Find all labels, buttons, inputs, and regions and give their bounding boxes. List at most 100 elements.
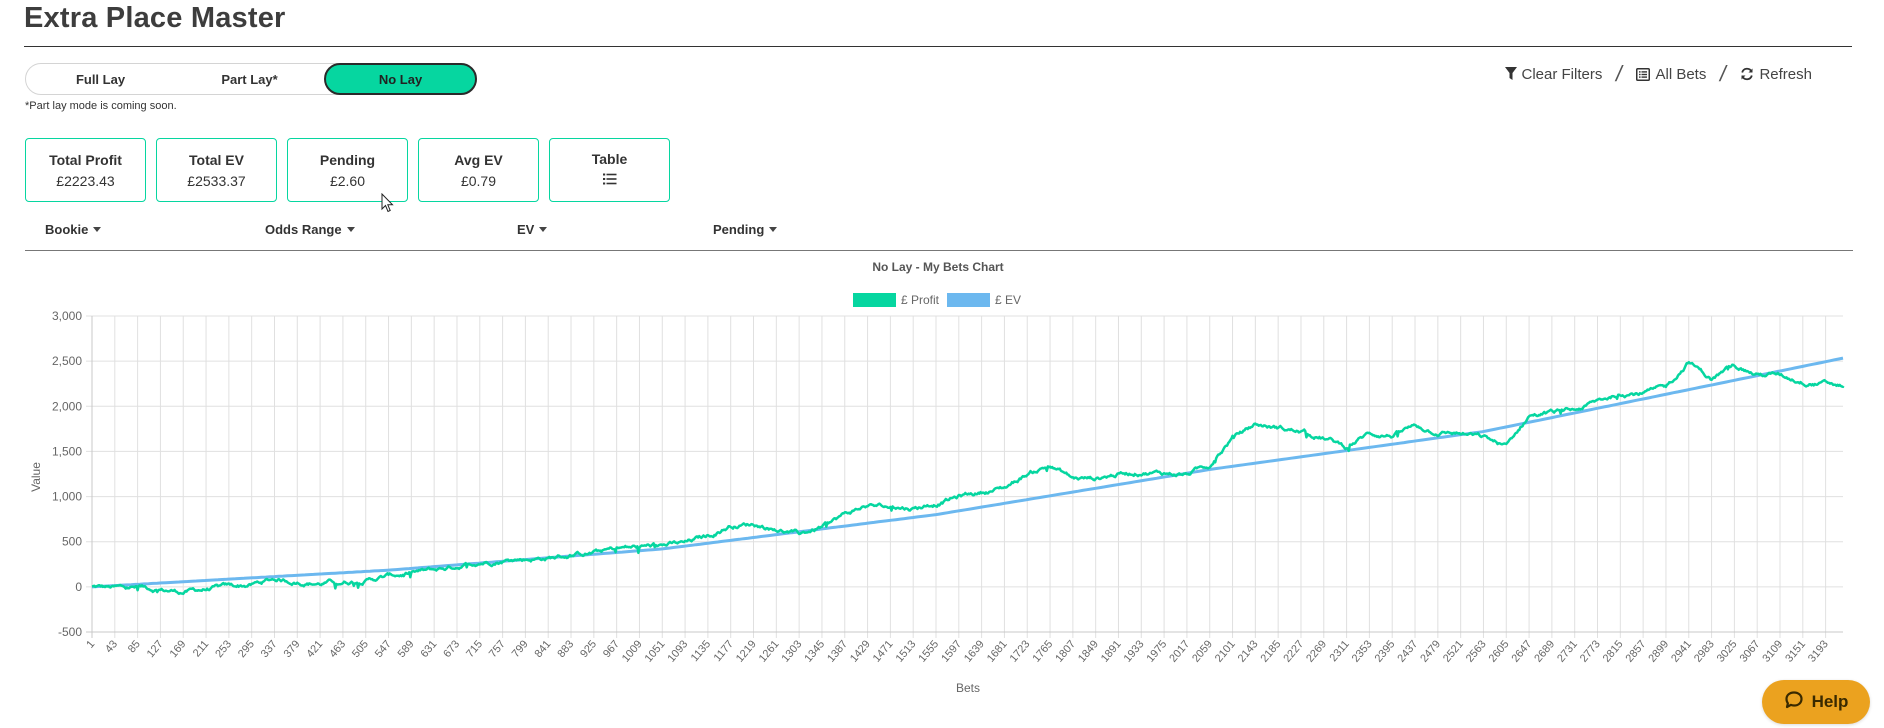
card-label: Total EV: [189, 151, 244, 168]
card-label: Pending: [319, 151, 376, 168]
x-tick-label: 3109: [1760, 638, 1785, 664]
x-tick-label: 1387: [825, 638, 850, 664]
card-value: £2533.37: [187, 172, 246, 189]
table-view-button[interactable]: Table: [549, 138, 670, 202]
card-label: Table: [591, 150, 628, 167]
x-tick-label: 715: [464, 638, 485, 660]
mode-full-lay-button[interactable]: Full Lay: [26, 64, 175, 94]
x-tick-label: 1009: [620, 638, 645, 664]
x-tick-label: 2815: [1601, 638, 1626, 664]
x-tick-label: 1471: [871, 638, 896, 664]
y-tick-label: 0: [75, 580, 82, 594]
x-tick-label: 1303: [780, 638, 805, 664]
clear-filters-button[interactable]: Clear Filters: [1504, 66, 1602, 83]
mode-no-lay-button[interactable]: No Lay: [324, 63, 477, 95]
y-axis: -500 0 500 1,000 1,500 2,000 2,500 3,000: [52, 309, 82, 639]
caret-down-icon: [346, 227, 355, 232]
y-tick-label: 2,000: [52, 399, 82, 413]
help-label: Help: [1811, 692, 1849, 711]
x-tick-label: 421: [304, 638, 325, 660]
list-alt-icon: [1636, 67, 1651, 81]
x-tick-label: 1219: [734, 638, 759, 664]
refresh-label: Refresh: [1759, 65, 1812, 83]
x-tick-label: 3067: [1738, 638, 1763, 664]
avg-ev-card: Avg EV £0.79: [418, 138, 539, 202]
filter-bookie-dropdown[interactable]: Bookie: [45, 222, 102, 237]
x-tick-label: 169: [168, 638, 189, 660]
total-ev-card: Total EV £2533.37: [156, 138, 277, 202]
chart-series: [91, 356, 1845, 596]
mode-part-lay-button[interactable]: Part Lay*: [175, 64, 324, 94]
legend-label-ev[interactable]: £ EV: [995, 293, 1021, 307]
x-tick-label: 2437: [1395, 638, 1420, 664]
filter-label: EV: [517, 222, 535, 237]
x-tick-label: 757: [487, 638, 508, 660]
all-bets-button[interactable]: All Bets: [1636, 66, 1706, 83]
x-tick-label: 2983: [1692, 638, 1717, 664]
ev-series-line: [91, 356, 1844, 589]
page-title: Extra Place Master: [24, 2, 286, 34]
x-tick-label: 2773: [1578, 638, 1603, 664]
x-tick-label: 1093: [665, 638, 690, 664]
filter-label: Odds Range: [265, 222, 342, 237]
card-value: £0.79: [460, 172, 497, 189]
legend-swatch-ev[interactable]: [947, 293, 990, 307]
x-tick-label: 589: [396, 638, 417, 660]
chart-legend: £ Profit £ EV: [853, 293, 1021, 307]
x-tick-label: 1891: [1099, 638, 1124, 664]
toolbar: Clear Filters / All Bets / Refresh: [1504, 61, 1812, 87]
caret-down-icon: [539, 227, 548, 232]
card-value: £2223.43: [56, 172, 115, 189]
y-tick-label: -500: [58, 625, 82, 639]
x-tick-label: 1261: [757, 638, 782, 664]
x-tick-label: 2311: [1327, 638, 1351, 664]
x-tick-label: 2941: [1669, 638, 1694, 664]
y-tick-label: 500: [62, 535, 82, 549]
part-lay-note: *Part lay mode is coming soon.: [25, 100, 177, 112]
refresh-button[interactable]: Refresh: [1740, 66, 1812, 83]
x-tick-label: 2857: [1624, 638, 1649, 664]
legend-label-profit[interactable]: £ Profit: [901, 293, 940, 307]
x-tick-label: 1513: [894, 638, 919, 664]
x-tick-label: 127: [145, 638, 166, 660]
all-bets-label: All Bets: [1655, 65, 1707, 83]
x-tick-label: 2563: [1464, 638, 1489, 664]
x-tick-label: 2185: [1259, 638, 1284, 664]
help-button[interactable]: Help: [1762, 680, 1870, 724]
filter-label: Bookie: [45, 222, 89, 237]
y-axis-label: Value: [29, 462, 43, 492]
x-tick-label: 673: [441, 638, 462, 660]
list-icon: [602, 172, 617, 190]
x-tick-label: 2059: [1190, 638, 1215, 664]
x-tick-label: 841: [533, 638, 554, 660]
toolbar-separator: /: [1614, 61, 1625, 86]
x-tick-label: 547: [373, 638, 394, 660]
legend-swatch-profit[interactable]: [853, 293, 896, 307]
x-tick-label: 925: [578, 638, 599, 660]
x-tick-label: 3193: [1806, 638, 1831, 664]
y-tick-label: 1,500: [52, 444, 82, 458]
x-tick-label: 1051: [643, 638, 668, 664]
summary-cards: Total Profit £2223.43 Total EV £2533.37 …: [25, 138, 670, 202]
x-tick-label: 463: [327, 638, 348, 660]
x-tick-label: 1177: [712, 638, 736, 664]
filter-ev-dropdown[interactable]: EV: [517, 222, 548, 237]
x-tick-label: 1975: [1144, 638, 1169, 664]
x-tick-label: 253: [213, 638, 234, 660]
x-tick-label: 3025: [1715, 638, 1740, 664]
y-tick-label: 3,000: [52, 309, 82, 323]
x-tick-label: 2143: [1236, 638, 1261, 664]
x-tick-label: 2395: [1373, 638, 1398, 664]
refresh-icon: [1740, 67, 1754, 81]
filter-icon: [1504, 67, 1517, 81]
chat-bubble-icon: [1784, 690, 1804, 715]
title-divider: [24, 46, 1852, 47]
profit-series-line: [91, 360, 1845, 596]
filter-pending-dropdown[interactable]: Pending: [713, 222, 778, 237]
x-tick-label: 1597: [939, 638, 964, 664]
filter-odds-range-dropdown[interactable]: Odds Range: [265, 222, 355, 237]
x-tick-label: 1639: [962, 638, 987, 664]
total-profit-card: Total Profit £2223.43: [25, 138, 146, 202]
x-tick-label: 211: [191, 638, 211, 659]
x-tick-label: 2647: [1509, 638, 1534, 664]
